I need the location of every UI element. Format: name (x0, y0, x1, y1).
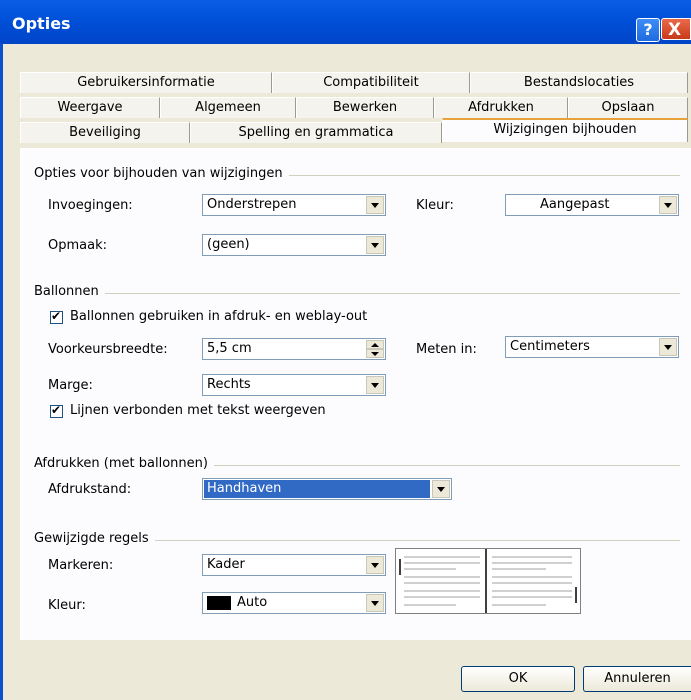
changed-color-value: Auto (237, 595, 268, 610)
section-balloons-heading: Ballonnen (34, 284, 105, 299)
spin-down-icon[interactable] (366, 349, 384, 358)
chevron-down-icon[interactable] (659, 196, 677, 214)
tab-weergave[interactable]: Weergave (20, 97, 160, 118)
margin-label: Marge: (48, 378, 93, 393)
spinner-buttons[interactable] (366, 340, 384, 358)
orientation-label: Afdrukstand: (48, 482, 132, 497)
section-printing-heading: Afdrukken (met ballonnen) (34, 456, 214, 471)
use-balloons-label: Ballonnen gebruiken in afdruk- en weblay… (70, 309, 368, 324)
chevron-down-icon[interactable] (366, 196, 384, 214)
color-value: Aangepast (540, 197, 610, 212)
width-label: Voorkeursbreedte: (48, 342, 168, 357)
chevron-down-icon[interactable] (366, 236, 384, 254)
mark-value: Kader (207, 557, 245, 572)
width-spinner[interactable]: 5,5 cm (202, 338, 386, 360)
format-label: Opmaak: (48, 238, 107, 253)
ok-button[interactable]: OK (461, 666, 575, 692)
changed-lines-preview (395, 548, 581, 614)
title-bar: Opties ? X (0, 0, 691, 44)
margin-value: Rechts (207, 377, 251, 392)
tab-bewerken[interactable]: Bewerken (296, 97, 434, 118)
section-track-heading: Opties voor bijhouden van wijzigingen (34, 166, 289, 181)
insertions-label: Invoegingen: (48, 198, 133, 213)
insertions-value: Onderstrepen (207, 197, 297, 212)
tab-beveiliging[interactable]: Beveiliging (20, 122, 190, 143)
mark-select[interactable]: Kader (202, 554, 386, 576)
color-swatch (207, 596, 231, 610)
tab-bestandslocaties[interactable]: Bestandslocaties (470, 72, 688, 93)
measure-value: Centimeters (510, 339, 590, 354)
chevron-down-icon[interactable] (659, 338, 677, 356)
chevron-down-icon[interactable] (366, 556, 384, 574)
insertions-select[interactable]: Onderstrepen (202, 194, 386, 216)
lines-checkbox[interactable] (50, 403, 63, 418)
section-changed-heading: Gewijzigde regels (34, 531, 155, 546)
orientation-value: Handhaven (204, 480, 430, 498)
tab-wijzigingen-bijhouden[interactable]: Wijzigingen bijhouden (442, 118, 688, 142)
color-label: Kleur: (416, 198, 454, 213)
format-select[interactable]: (geen) (202, 234, 386, 256)
use-balloons-checkbox[interactable] (50, 309, 63, 324)
tab-opslaan[interactable]: Opslaan (568, 97, 688, 118)
changed-color-select[interactable]: Auto (202, 592, 386, 614)
width-value: 5,5 cm (207, 341, 252, 356)
cancel-button[interactable]: Annuleren (583, 666, 691, 692)
lines-label: Lijnen verbonden met tekst weergeven (70, 403, 326, 418)
tab-spelling-en-grammatica[interactable]: Spelling en grammatica (190, 122, 442, 143)
format-value: (geen) (207, 237, 250, 252)
orientation-select[interactable]: Handhaven (202, 478, 452, 500)
preview-lines-icon (399, 549, 577, 613)
spin-up-icon[interactable] (366, 340, 384, 349)
close-button[interactable]: X (661, 18, 691, 40)
window-title: Opties (12, 14, 71, 33)
chevron-down-icon[interactable] (432, 480, 450, 498)
help-button[interactable]: ? (636, 18, 660, 42)
color-select[interactable]: Aangepast (505, 194, 679, 216)
measure-label: Meten in: (416, 342, 477, 357)
tab-afdrukken[interactable]: Afdrukken (434, 97, 568, 118)
tab-gebruikersinformatie[interactable]: Gebruikersinformatie (20, 72, 272, 93)
changed-color-label: Kleur: (48, 598, 86, 613)
tab-algemeen[interactable]: Algemeen (160, 97, 296, 118)
separator (34, 293, 680, 294)
measure-select[interactable]: Centimeters (505, 336, 679, 358)
chevron-down-icon[interactable] (366, 376, 384, 394)
tab-compatibiliteit[interactable]: Compatibiliteit (272, 72, 470, 93)
chevron-down-icon[interactable] (366, 594, 384, 612)
mark-label: Markeren: (48, 558, 114, 573)
margin-select[interactable]: Rechts (202, 374, 386, 396)
